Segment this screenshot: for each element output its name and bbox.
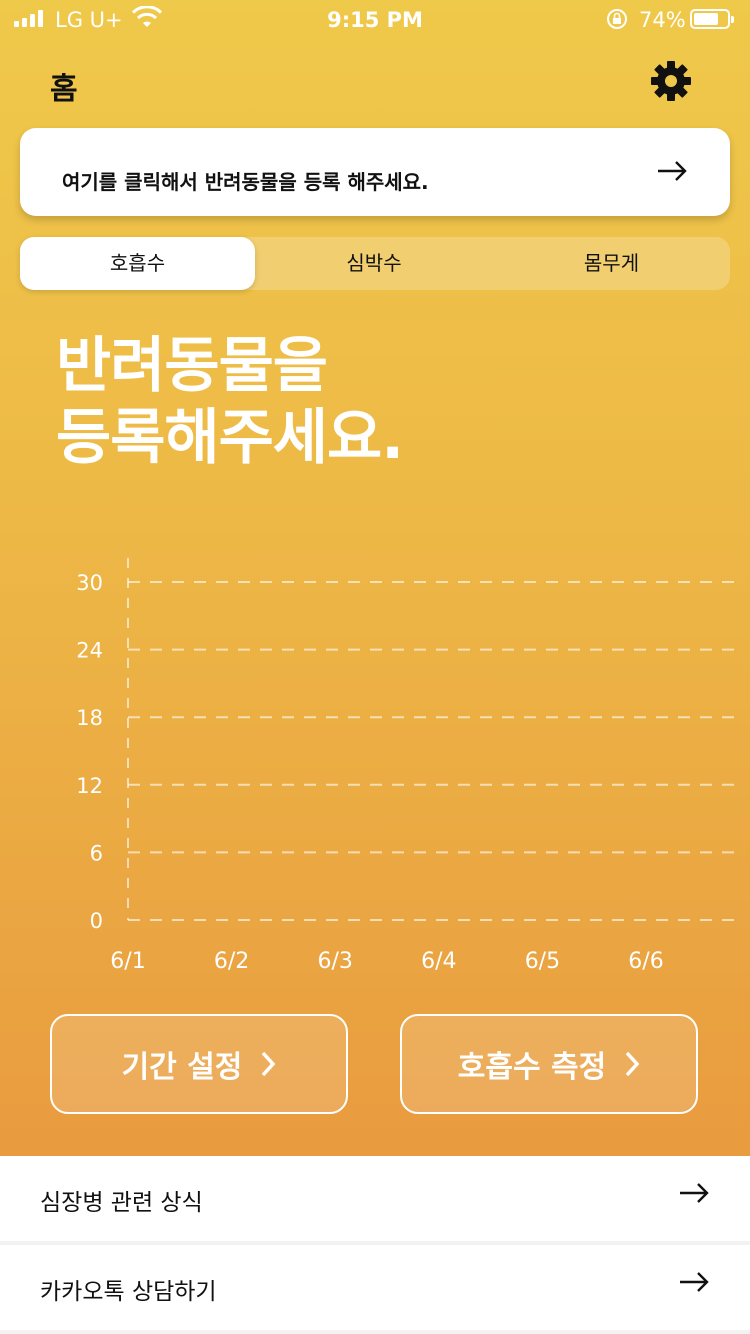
tab-heart-rate[interactable]: 심박수: [256, 237, 492, 290]
chevron-right-icon: [625, 1051, 640, 1077]
battery-percent: 74%: [639, 8, 686, 32]
measure-respiration-label: 호흡수 측정: [457, 1050, 607, 1085]
x-tick-label: 6/6: [628, 949, 663, 974]
headline: 반려동물을 등록해주세요.: [56, 330, 404, 474]
clock: 9:15 PM: [327, 8, 423, 32]
list-item-label: 카카오톡 상담하기: [40, 1279, 217, 1305]
period-setting-button[interactable]: 기간 설정: [50, 1014, 348, 1114]
x-tick-label: 6/4: [421, 949, 456, 974]
list-item-kakaotalk-consult[interactable]: 카카오톡 상담하기: [0, 1245, 750, 1330]
y-tick-label: 0: [90, 909, 103, 933]
arrow-right-icon: [680, 1183, 709, 1203]
list-item-label: 심장병 관련 상식: [40, 1190, 203, 1216]
y-tick-label: 12: [76, 774, 103, 798]
x-tick-label: 6/3: [317, 949, 352, 974]
page-title: 홈: [50, 72, 78, 107]
y-tick-label: 30: [76, 571, 103, 595]
y-tick-label: 6: [90, 841, 103, 865]
settings-gear-icon[interactable]: [650, 60, 692, 102]
arrow-right-icon: [680, 1272, 709, 1292]
register-pet-text: 여기를 클릭해서 반려동물을 등록 해주세요.: [62, 170, 429, 194]
headline-line-2: 등록해주세요.: [56, 403, 404, 473]
list-item-heart-disease-info[interactable]: 심장병 관련 상식: [0, 1156, 750, 1241]
arrow-right-icon: [658, 161, 687, 181]
measure-respiration-button[interactable]: 호흡수 측정: [400, 1014, 698, 1114]
respiration-chart: 30 24 18 12 6 0 6/1 6/2 6/3 6/4 6/5 6/6: [76, 558, 740, 974]
chevron-right-icon: [262, 1051, 276, 1077]
orientation-lock-icon: [607, 9, 627, 29]
metric-tabs: 호흡수 심박수 몸무게: [20, 237, 730, 290]
x-tick-label: 6/5: [525, 949, 560, 974]
headline-line-1: 반려동물을: [56, 331, 328, 401]
register-pet-card[interactable]: 여기를 클릭해서 반려동물을 등록 해주세요.: [20, 128, 730, 216]
tab-weight[interactable]: 몸무게: [493, 237, 730, 290]
tab-respiration[interactable]: 호흡수: [20, 237, 255, 290]
y-tick-label: 24: [76, 639, 103, 663]
period-setting-label: 기간 설정: [121, 1050, 243, 1085]
status-bar: LG U+ 9:15 PM 74%: [0, 0, 750, 40]
battery-icon: [690, 9, 734, 29]
x-tick-label: 6/2: [214, 949, 249, 974]
x-tick-label: 6/1: [110, 949, 145, 974]
y-tick-label: 18: [76, 706, 103, 730]
